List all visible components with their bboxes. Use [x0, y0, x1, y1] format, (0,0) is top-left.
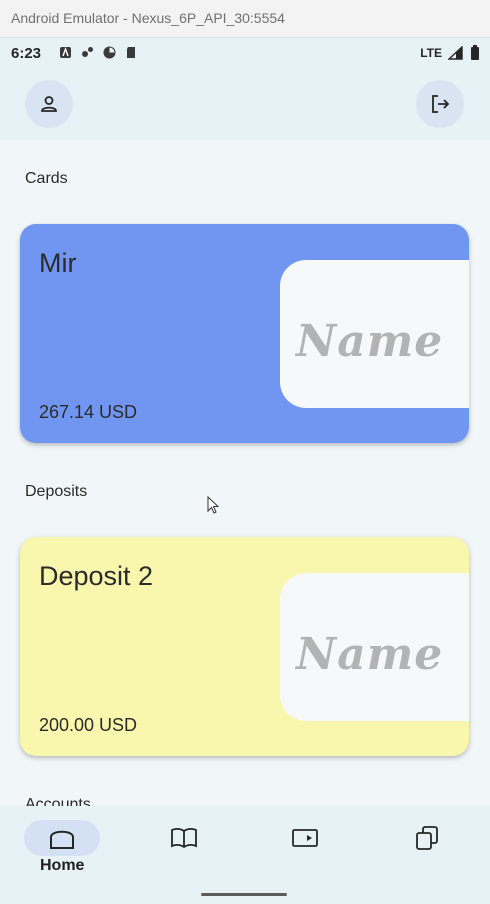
emulator-title: Android Emulator - Nexus_6P_API_30:5554 — [11, 10, 285, 26]
mouse-cursor-icon — [207, 496, 220, 514]
deposit-amount: 200.00 USD — [39, 715, 138, 735]
signal-icon — [448, 46, 463, 60]
status-time: 6:23 — [11, 45, 42, 62]
settings-gear-icon — [82, 47, 93, 57]
home-icon — [50, 830, 74, 849]
video-icon — [292, 829, 318, 847]
gesture-home-indicator[interactable] — [201, 893, 287, 896]
person-icon — [41, 96, 57, 112]
deposit-brand-plate: Name — [280, 573, 469, 721]
logout-button[interactable] — [416, 80, 464, 128]
notification-icons — [59, 46, 138, 59]
card-title: Mir — [39, 248, 77, 278]
deposit-title: Deposit 2 — [39, 561, 154, 591]
copy-icon — [416, 826, 438, 850]
card-item[interactable]: Mir Name 267.14 USD — [20, 224, 469, 443]
device-screen: 6:23 LTE Cards Mir Name 267.14 USD Depos… — [0, 38, 490, 904]
emulator-title-bar: Android Emulator - Nexus_6P_API_30:5554 — [0, 0, 490, 38]
logout-icon — [432, 95, 450, 113]
deposit-item[interactable]: Deposit 2 Name 200.00 USD — [20, 537, 469, 756]
notification-a-icon — [60, 46, 71, 58]
status-right: LTE — [420, 45, 480, 61]
profile-button[interactable] — [25, 80, 73, 128]
top-app-bar — [0, 68, 490, 140]
nav-book[interactable] — [146, 820, 222, 856]
nav-home[interactable] — [24, 820, 100, 856]
nav-home-label: Home — [40, 857, 85, 874]
sd-card-icon — [127, 47, 135, 58]
status-bar: 6:23 LTE — [0, 38, 490, 68]
book-icon — [171, 828, 197, 849]
card-brand-text: Name — [296, 316, 444, 367]
deposit-brand-text: Name — [296, 629, 444, 680]
card-brand-plate: Name — [280, 260, 469, 408]
sync-icon — [103, 46, 116, 59]
nav-copy[interactable] — [389, 820, 465, 856]
battery-icon — [471, 45, 479, 60]
network-type: LTE — [420, 46, 442, 60]
cards-section-title: Cards — [25, 170, 68, 187]
bottom-navigation: Home — [0, 806, 490, 904]
nav-video[interactable] — [267, 820, 343, 856]
deposits-section-title: Deposits — [25, 483, 88, 500]
card-amount: 267.14 USD — [39, 402, 138, 422]
